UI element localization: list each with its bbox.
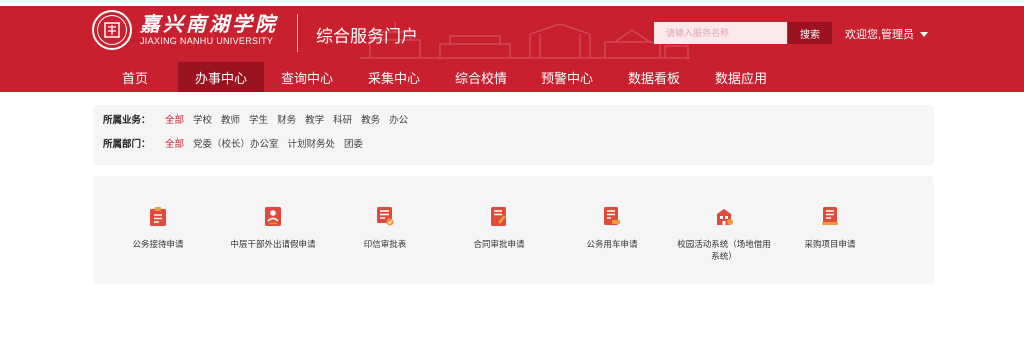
service-apps-panel: 公务接待申请 中层干部外出请假申请 印信审批表 合同审批申请 公务用车申请 校园… bbox=[93, 176, 934, 284]
top-strip bbox=[0, 0, 1024, 6]
nav-item-service-center[interactable]: 办事中心 bbox=[178, 62, 264, 92]
department-option-president-office[interactable]: 党委（校长）办公室 bbox=[193, 136, 279, 150]
portal-title: 综合服务门户 bbox=[316, 27, 418, 46]
business-option-all[interactable]: 全部 bbox=[165, 112, 184, 126]
business-filter-label: 所属业务： bbox=[103, 115, 151, 126]
header-bar: 嘉兴南湖学院 JIAXING NANHU UNIVERSITY 综合服务门户 搜… bbox=[0, 0, 1024, 92]
school-name-en: JIAXING NANHU UNIVERSITY bbox=[140, 36, 274, 46]
welcome-text: 欢迎您,管理员 bbox=[845, 29, 915, 41]
business-option-teacher[interactable]: 教师 bbox=[221, 112, 240, 126]
school-seal-icon bbox=[92, 10, 132, 50]
nav-item-home[interactable]: 首页 bbox=[92, 62, 178, 92]
department-filter-row: 所属部门： 全部 党委（校长）办公室 计划财务处 团委 bbox=[103, 136, 372, 150]
business-option-office[interactable]: 办公 bbox=[389, 112, 408, 126]
business-option-student[interactable]: 学生 bbox=[249, 112, 268, 126]
search-button[interactable]: 搜索 bbox=[788, 22, 832, 44]
search-input[interactable] bbox=[654, 22, 787, 44]
nav-item-data-apps[interactable]: 数据应用 bbox=[698, 62, 784, 92]
purchase-list-icon bbox=[822, 207, 838, 225]
app-label: 合同审批申请 bbox=[473, 239, 525, 249]
department-option-youth-league[interactable]: 团委 bbox=[344, 136, 363, 150]
main-nav: 首页 办事中心 查询中心 采集中心 综合校情 预警中心 数据看板 数据应用 bbox=[92, 62, 784, 92]
app-label: 公务用车申请 bbox=[586, 239, 638, 249]
school-logo[interactable]: 嘉兴南湖学院 JIAXING NANHU UNIVERSITY bbox=[92, 10, 278, 50]
contract-pen-icon bbox=[491, 207, 506, 226]
car-form-icon bbox=[604, 207, 620, 225]
business-option-teaching[interactable]: 教学 bbox=[305, 112, 324, 126]
department-filter-label: 所属部门： bbox=[103, 139, 151, 150]
app-reception-request[interactable]: 公务接待申请 bbox=[108, 206, 208, 250]
business-option-academic-affairs[interactable]: 教务 bbox=[361, 112, 380, 126]
app-label: 校园活动系统（场地借用系统） bbox=[677, 239, 771, 261]
business-option-research[interactable]: 科研 bbox=[333, 112, 352, 126]
stamp-form-icon bbox=[377, 207, 394, 226]
app-label: 印信审批表 bbox=[363, 239, 407, 249]
app-vehicle-request[interactable]: 公务用车申请 bbox=[562, 206, 662, 250]
clipboard-doc-icon bbox=[150, 207, 166, 226]
header-divider bbox=[297, 14, 298, 52]
app-contract-approval[interactable]: 合同审批申请 bbox=[449, 206, 549, 250]
nav-item-campus-overview[interactable]: 综合校情 bbox=[438, 62, 524, 92]
app-seal-approval[interactable]: 印信审批表 bbox=[335, 206, 435, 250]
nav-item-warning-center[interactable]: 预警中心 bbox=[524, 62, 610, 92]
nav-item-data-dashboard[interactable]: 数据看板 bbox=[610, 62, 698, 92]
app-campus-activity-system[interactable]: 校园活动系统（场地借用系统） bbox=[674, 206, 774, 262]
department-option-all[interactable]: 全部 bbox=[165, 136, 184, 150]
filter-panel: 所属业务： 全部 学校 教师 学生 财务 教学 科研 教务 办公 所属部门： 全… bbox=[93, 105, 934, 165]
person-badge-icon bbox=[265, 207, 281, 226]
app-procurement-request[interactable]: 采购项目申请 bbox=[780, 206, 880, 250]
app-leave-request[interactable]: 中层干部外出请假申请 bbox=[223, 206, 323, 250]
business-filter-row: 所属业务： 全部 学校 教师 学生 财务 教学 科研 教务 办公 bbox=[103, 112, 417, 126]
app-label: 公务接待申请 bbox=[132, 239, 184, 249]
chevron-down-icon bbox=[920, 31, 929, 37]
nav-item-collection-center[interactable]: 采集中心 bbox=[350, 62, 438, 92]
business-option-school[interactable]: 学校 bbox=[193, 112, 212, 126]
school-name-cn: 嘉兴南湖学院 bbox=[140, 12, 278, 36]
nav-item-query-center[interactable]: 查询中心 bbox=[264, 62, 350, 92]
user-menu[interactable]: 欢迎您,管理员 bbox=[845, 26, 929, 42]
business-option-finance[interactable]: 财务 bbox=[277, 112, 296, 126]
app-label: 采购项目申请 bbox=[804, 239, 856, 249]
app-label: 中层干部外出请假申请 bbox=[230, 239, 316, 249]
department-option-finance-office[interactable]: 计划财务处 bbox=[288, 136, 336, 150]
building-icon bbox=[717, 209, 733, 225]
